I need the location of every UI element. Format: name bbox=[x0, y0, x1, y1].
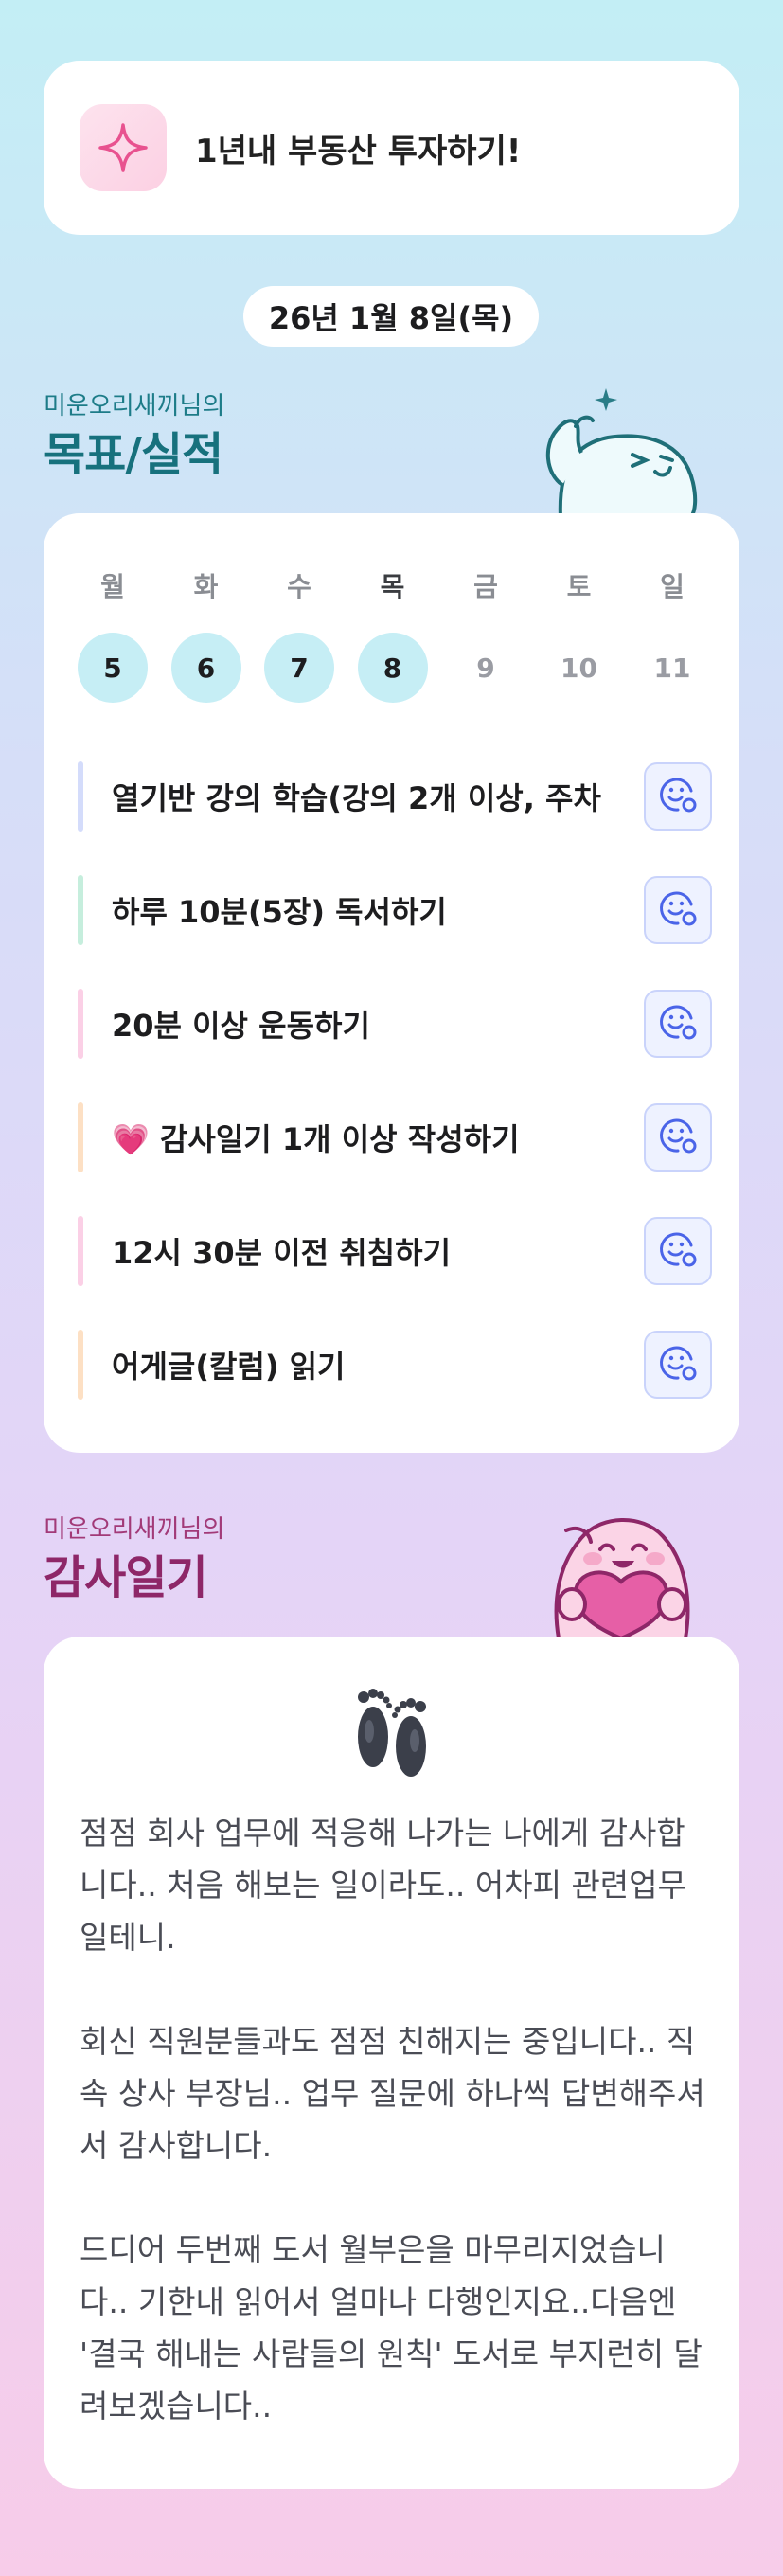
goals-title: 목표/실적 bbox=[44, 428, 223, 481]
diary-paragraph: 드디어 두번째 도서 월부은을 마무리지었습니다.. 기한내 읽어서 얼마나 다… bbox=[80, 2231, 703, 2424]
day-name: 일 bbox=[660, 571, 685, 602]
mascot-heart-illustration bbox=[538, 1500, 704, 1642]
task-color-bar bbox=[78, 1102, 83, 1172]
day-name: 목 bbox=[380, 571, 405, 602]
task-row[interactable]: 어게글(칼럼) 읽기 bbox=[78, 1320, 712, 1409]
add-emotion-button[interactable] bbox=[644, 1103, 712, 1172]
emoji-add-icon bbox=[657, 774, 699, 819]
day-cell[interactable]: 화6 bbox=[170, 566, 241, 703]
emoji-add-icon bbox=[657, 1115, 699, 1160]
day-number[interactable]: 8 bbox=[357, 633, 428, 703]
task-color-bar bbox=[78, 1330, 83, 1400]
task-label: 20분 이상 운동하기 bbox=[112, 1008, 370, 1044]
diary-title: 감사일기 bbox=[44, 1551, 208, 1604]
diary-card: 점점 회사 업무에 적응해 나가는 나에게 감사합니다.. 처음 해보는 일이라… bbox=[44, 1637, 739, 2489]
task-color-bar bbox=[78, 761, 83, 832]
diary-body: 점점 회사 업무에 적응해 나가는 나에게 감사합니다.. 처음 해보는 일이라… bbox=[80, 1807, 709, 2484]
task-label: 하루 10분(5장) 독서하기 bbox=[112, 894, 447, 930]
diary-paragraph: 점점 회사 업무에 적응해 나가는 나에게 감사합니다.. 처음 해보는 일이라… bbox=[80, 1815, 686, 1956]
emoji-add-icon bbox=[657, 887, 699, 933]
emoji-add-icon bbox=[657, 1001, 699, 1046]
task-row[interactable]: 12시 30분 이전 취침하기 bbox=[78, 1207, 712, 1296]
day-name: 토 bbox=[566, 571, 592, 602]
footprints-icon bbox=[345, 1682, 439, 1784]
diary-paragraph: 회신 직원분들과도 점점 친해지는 중입니다.. 직속 상사 부장님.. 업무 … bbox=[80, 2023, 705, 2164]
day-number[interactable]: 9 bbox=[451, 633, 521, 703]
goals-card: 월 5 화 6 수 7 목 8 금 9 토 10 일 11 열기반 강의 학습(강의 2개 이상, 주차 하… bbox=[44, 513, 739, 1453]
goal-text: 1년내 부동산 투자하기! bbox=[195, 132, 522, 170]
emoji-add-icon bbox=[657, 1342, 699, 1387]
day-cell[interactable]: 수7 bbox=[264, 566, 334, 703]
task-row[interactable]: 열기반 강의 학습(강의 2개 이상, 주차 bbox=[78, 752, 712, 841]
day-name: 화 bbox=[193, 571, 219, 602]
task-row[interactable]: 하루 10분(5장) 독서하기 bbox=[78, 866, 712, 955]
week-calendar: 월 5 화 6 수 7 목 8 금 9 토 10 일 11 bbox=[78, 566, 707, 703]
day-cell[interactable]: 토 10 bbox=[544, 566, 614, 703]
add-emotion-button[interactable] bbox=[644, 762, 712, 831]
goal-card[interactable]: 1년내 부동산 투자하기! bbox=[44, 61, 739, 235]
day-name: 금 bbox=[473, 571, 498, 602]
day-cell[interactable]: 금9 bbox=[451, 566, 521, 703]
day-cell[interactable]: 월5 bbox=[78, 566, 148, 703]
add-emotion-button[interactable] bbox=[644, 990, 712, 1058]
task-label: 열기반 강의 학습(강의 2개 이상, 주차 bbox=[112, 780, 601, 816]
emoji-add-icon bbox=[657, 1228, 699, 1274]
task-color-bar bbox=[78, 989, 83, 1059]
day-number[interactable]: 5 bbox=[78, 633, 148, 703]
add-emotion-button[interactable] bbox=[644, 876, 712, 944]
day-name: 월 bbox=[100, 571, 125, 602]
task-color-bar bbox=[78, 875, 83, 945]
date-label[interactable]: 26년 1월 8일(목) bbox=[243, 286, 539, 347]
day-number[interactable]: 11 bbox=[637, 633, 707, 703]
task-row[interactable]: 💗 감사일기 1개 이상 작성하기 bbox=[78, 1093, 712, 1182]
task-row[interactable]: 20분 이상 운동하기 bbox=[78, 979, 712, 1068]
task-color-bar bbox=[78, 1216, 83, 1286]
day-number[interactable]: 10 bbox=[544, 633, 614, 703]
add-emotion-button[interactable] bbox=[644, 1331, 712, 1399]
sparkle-icon bbox=[80, 104, 167, 191]
task-label: 💗 감사일기 1개 이상 작성하기 bbox=[112, 1121, 520, 1157]
add-emotion-button[interactable] bbox=[644, 1217, 712, 1285]
task-label: 12시 30분 이전 취침하기 bbox=[112, 1235, 452, 1271]
mascot-goal-illustration bbox=[542, 379, 703, 521]
day-number[interactable]: 7 bbox=[264, 633, 334, 703]
day-name: 수 bbox=[287, 571, 311, 602]
task-label: 어게글(칼럼) 읽기 bbox=[112, 1349, 346, 1385]
day-number[interactable]: 6 bbox=[170, 633, 241, 703]
day-cell[interactable]: 목8 bbox=[357, 566, 428, 703]
day-cell[interactable]: 일 11 bbox=[637, 566, 707, 703]
